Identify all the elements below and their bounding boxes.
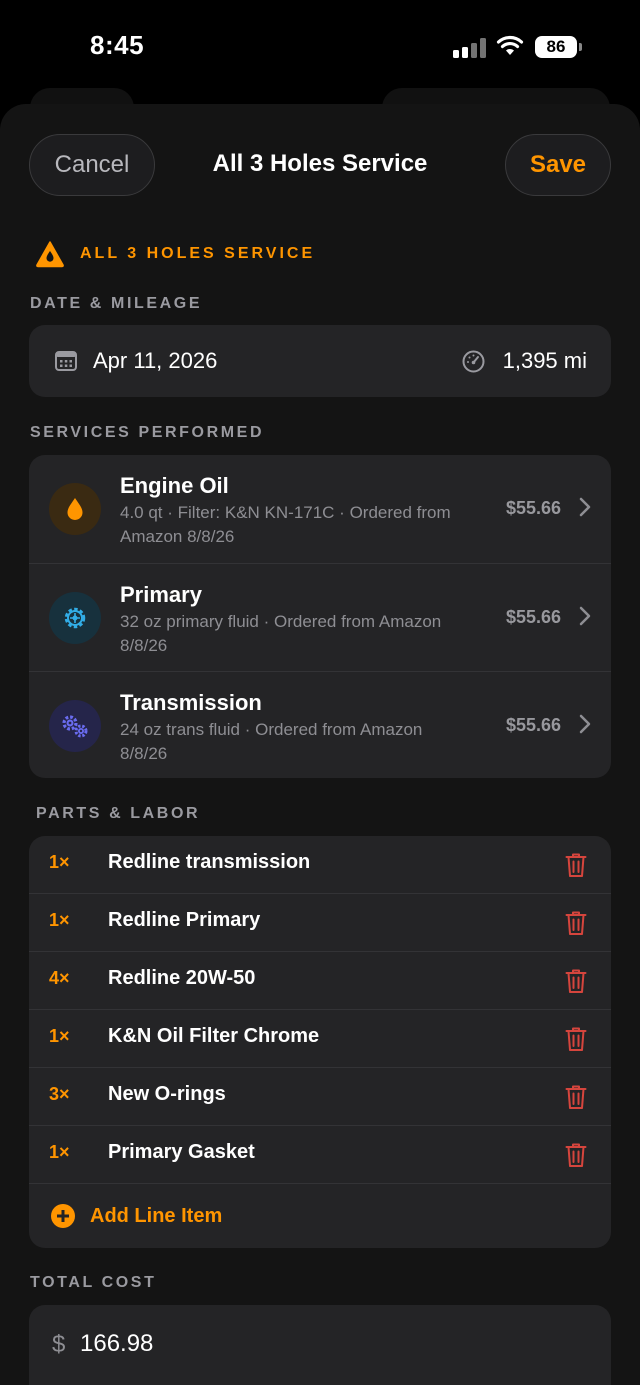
- date-mileage-label: DATE & MILEAGE: [30, 295, 203, 312]
- service-row-primary[interactable]: Primary 32 oz primary fluid · Ordered fr…: [29, 563, 611, 671]
- trash-icon[interactable]: [565, 968, 587, 994]
- parts-labor-label: PARTS & LABOR: [36, 805, 201, 822]
- trash-icon[interactable]: [565, 1142, 587, 1168]
- part-name[interactable]: Redline Primary: [108, 909, 260, 932]
- parts-card: 1× Redline transmission 1× Redline Prima…: [29, 836, 611, 1248]
- trash-icon[interactable]: [565, 1026, 587, 1052]
- part-quantity[interactable]: 4×: [49, 968, 70, 989]
- service-row-engine-oil[interactable]: Engine Oil 4.0 qt · Filter: K&N KN-171C …: [29, 455, 611, 563]
- service-detail: 24 oz trans fluid · Ordered from Amazon …: [120, 720, 423, 763]
- currency-symbol: $: [52, 1331, 66, 1358]
- status-time: 8:45: [90, 30, 145, 60]
- service-name: Primary: [120, 582, 202, 607]
- banner-text: ALL 3 HOLES SERVICE: [80, 245, 316, 262]
- calendar-icon[interactable]: [55, 351, 77, 371]
- list-item[interactable]: 1× Redline transmission: [29, 836, 611, 894]
- service-type-banner: ALL 3 HOLES SERVICE: [36, 240, 315, 268]
- part-name[interactable]: K&N Oil Filter Chrome: [108, 1025, 319, 1048]
- add-line-item-label: Add Line Item: [90, 1204, 223, 1227]
- plus-circle-icon: [51, 1204, 75, 1228]
- part-name[interactable]: Primary Gasket: [108, 1141, 255, 1164]
- part-name[interactable]: Redline transmission: [108, 851, 310, 874]
- service-name: Transmission: [120, 690, 262, 715]
- part-quantity[interactable]: 1×: [49, 852, 70, 873]
- oil-drop-warning-icon: [36, 241, 64, 268]
- service-name: Engine Oil: [120, 473, 229, 498]
- add-line-item-button[interactable]: Add Line Item: [51, 1204, 222, 1228]
- service-detail: 4.0 qt · Filter: K&N KN-171C · Ordered f…: [120, 503, 451, 546]
- trash-icon[interactable]: [565, 852, 587, 878]
- part-name[interactable]: Redline 20W-50: [108, 967, 255, 990]
- battery-indicator: 86: [535, 36, 582, 58]
- trash-icon[interactable]: [565, 910, 587, 936]
- part-quantity[interactable]: 1×: [49, 1026, 70, 1047]
- service-price: $55.66: [505, 498, 561, 518]
- chevron-right-icon: [579, 606, 591, 626]
- page-title: All 3 Holes Service: [212, 150, 428, 177]
- total-cost-field[interactable]: $ 166.98: [29, 1305, 611, 1385]
- cancel-button[interactable]: Cancel: [29, 134, 155, 196]
- part-name[interactable]: New O-rings: [108, 1083, 226, 1106]
- service-price: $55.66: [505, 715, 561, 735]
- chevron-right-icon: [579, 497, 591, 517]
- service-date[interactable]: Apr 11, 2026: [93, 348, 217, 374]
- total-cost-value[interactable]: 166.98: [80, 1330, 153, 1358]
- part-quantity[interactable]: 3×: [49, 1084, 70, 1105]
- cellular-signal-icon: [453, 38, 487, 58]
- part-quantity[interactable]: 1×: [49, 910, 70, 931]
- services-card: Engine Oil 4.0 qt · Filter: K&N KN-171C …: [29, 455, 611, 778]
- list-item[interactable]: 1× Redline Primary: [29, 894, 611, 952]
- service-price: $55.66: [505, 607, 561, 627]
- service-detail: 32 oz primary fluid · Ordered from Amazo…: [120, 612, 442, 655]
- date-mileage-card: Apr 11, 2026 1,395 mi: [29, 325, 611, 397]
- gear-icon: [49, 592, 101, 644]
- save-button[interactable]: Save: [505, 134, 611, 196]
- trash-icon[interactable]: [565, 1084, 587, 1110]
- oil-drop-icon: [49, 483, 101, 535]
- service-row-transmission[interactable]: Transmission 24 oz trans fluid · Ordered…: [29, 671, 611, 779]
- total-cost-label: TOTAL COST: [30, 1274, 157, 1291]
- mileage-field[interactable]: 1,395 mi: [503, 348, 587, 374]
- list-item[interactable]: 1× K&N Oil Filter Chrome: [29, 1010, 611, 1068]
- odometer-icon: [462, 350, 485, 373]
- status-bar: 8:45 86: [0, 0, 640, 95]
- list-item[interactable]: 1× Primary Gasket: [29, 1126, 611, 1184]
- services-performed-label: SERVICES PERFORMED: [30, 424, 265, 441]
- part-quantity[interactable]: 1×: [49, 1142, 70, 1163]
- list-item[interactable]: 4× Redline 20W-50: [29, 952, 611, 1010]
- list-item[interactable]: 3× New O-rings: [29, 1068, 611, 1126]
- wifi-icon: [496, 35, 524, 55]
- chevron-right-icon: [579, 714, 591, 734]
- gears-icon: [49, 700, 101, 752]
